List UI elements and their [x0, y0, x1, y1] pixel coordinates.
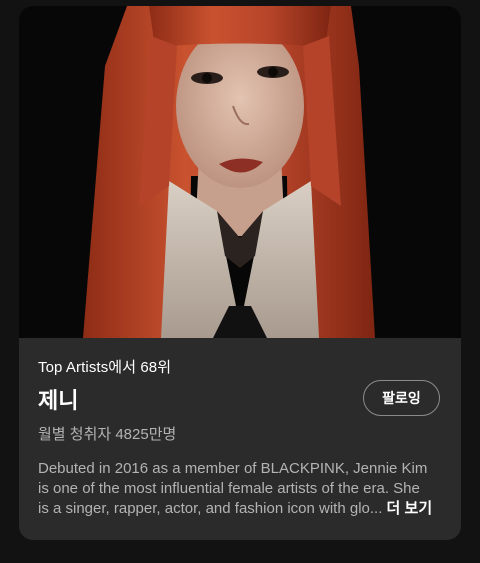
bio-line-last: is a singer, rapper, actor, and fashion … [38, 499, 442, 519]
bio-line: is a singer, rapper, actor, and fashion … [38, 500, 383, 517]
artist-bio[interactable]: Debuted in 2016 as a member of BLACKPINK… [38, 459, 442, 519]
artist-photo [19, 6, 461, 338]
bio-line: is one of the most influential female ar… [38, 480, 420, 497]
artist-rank: Top Artists에서 68위 [38, 359, 172, 376]
artist-card[interactable]: Top Artists에서 68위 제니 월별 청취자 4825만명 팔로잉 D… [19, 6, 461, 540]
bio-line: Debuted in 2016 as a member of BLACKPINK… [38, 460, 428, 477]
monthly-listeners: 월별 청취자 4825만명 [38, 426, 177, 443]
follow-button[interactable]: 팔로잉 [363, 380, 440, 416]
show-more-link[interactable]: 더 보기 [387, 500, 433, 517]
artist-name[interactable]: 제니 [38, 383, 78, 415]
